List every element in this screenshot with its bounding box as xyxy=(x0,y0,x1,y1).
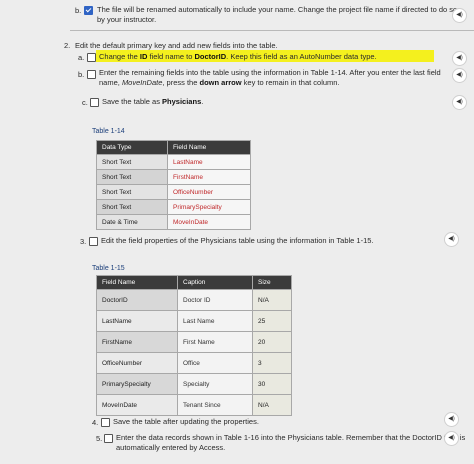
step-4-number: 4. xyxy=(92,418,99,427)
step-3-number: 3. xyxy=(80,237,87,246)
step-3-checkbox[interactable] xyxy=(89,237,98,246)
speaker-icon[interactable]: ◀) xyxy=(444,431,459,446)
step-b-checkbox[interactable] xyxy=(84,6,93,15)
table-cell: Office xyxy=(177,352,253,374)
step-2b-number: b. xyxy=(78,70,85,79)
speaker-icon[interactable]: ◀) xyxy=(452,68,467,83)
table-row: FirstName First Name 20 xyxy=(96,331,292,353)
divider xyxy=(70,30,474,31)
step-2-text: Edit the default primary key and add new… xyxy=(75,41,278,50)
table-cell: Date & Time xyxy=(96,214,168,230)
step-b-text-line1: The file will be renamed automatically t… xyxy=(97,5,458,14)
speaker-icon[interactable]: ◀) xyxy=(452,51,467,66)
step-2a-checkbox[interactable] xyxy=(87,53,96,62)
table-cell: Doctor ID xyxy=(177,289,253,311)
speaker-icon[interactable]: ◀) xyxy=(444,412,459,427)
step-2a-text: Change the ID field name to DoctorID. Ke… xyxy=(99,52,377,61)
table-cell: PrimarySpecialty xyxy=(96,373,178,395)
table-cell: PrimarySpecialty xyxy=(167,199,251,215)
table-cell: 20 xyxy=(252,331,292,353)
table-cell: 3 xyxy=(252,352,292,374)
table-1-14-caption: Table 1-14 xyxy=(92,128,125,135)
table-cell: Short Text xyxy=(96,199,168,215)
step-2a-number: a. xyxy=(78,53,85,62)
step-2c-text: Save the table as Physicians. xyxy=(102,97,204,106)
table-row: PrimarySpecialty Specialty 30 xyxy=(96,373,292,395)
step-5-number: 5. xyxy=(96,434,103,443)
table-cell: Specialty xyxy=(177,373,253,395)
table-cell: Last Name xyxy=(177,310,253,332)
step-4-checkbox[interactable] xyxy=(101,418,110,427)
step-2c-checkbox[interactable] xyxy=(90,98,99,107)
table-header: Field Name xyxy=(96,275,178,290)
table-1-15-caption: Table 1-15 xyxy=(92,265,125,272)
table-cell: OfficeNumber xyxy=(167,184,251,200)
table-row: Short Text FirstName xyxy=(96,169,251,185)
table-row: Date & Time MoveInDate xyxy=(96,214,251,230)
step-4-text: Save the table after updating the proper… xyxy=(113,417,259,426)
table-header: Field Name xyxy=(167,140,251,155)
table-row: MoveInDate Tenant Since N/A xyxy=(96,394,292,416)
step-2b-text-line1: Enter the remaining fields into the tabl… xyxy=(99,68,441,77)
table-cell: N/A xyxy=(252,394,292,416)
table-cell: 25 xyxy=(252,310,292,332)
table-header: Caption xyxy=(177,275,253,290)
speaker-icon[interactable]: ◀) xyxy=(452,8,467,23)
step-b-text-line2: by your instructor. xyxy=(97,15,157,24)
table-header: Size xyxy=(252,275,292,290)
table-row: OfficeNumber Office 3 xyxy=(96,352,292,374)
table-1-14: Data Type Field Name Short Text LastName… xyxy=(96,140,251,230)
table-cell: Tenant Since xyxy=(177,394,253,416)
table-cell: 30 xyxy=(252,373,292,395)
table-cell: LastName xyxy=(96,310,178,332)
table-row: Short Text LastName xyxy=(96,154,251,170)
table-row: Short Text PrimarySpecialty xyxy=(96,199,251,215)
table-cell: MoveInDate xyxy=(96,394,178,416)
table-row: DoctorID Doctor ID N/A xyxy=(96,289,292,311)
speaker-icon[interactable]: ◀) xyxy=(452,95,467,110)
table-row: LastName Last Name 25 xyxy=(96,310,292,332)
table-cell: FirstName xyxy=(96,331,178,353)
step-5-text-line1: Enter the data records shown in Table 1-… xyxy=(116,433,466,442)
step-2-number: 2. xyxy=(64,41,71,50)
step-2b-text-line2: name, MoveInDate, press the down arrow k… xyxy=(99,78,340,87)
table-cell: Short Text xyxy=(96,169,168,185)
speaker-icon[interactable]: ◀) xyxy=(444,232,459,247)
table-cell: Short Text xyxy=(96,184,168,200)
step-5-text-line2: automatically entered by Access. xyxy=(116,443,226,452)
table-header: Data Type xyxy=(96,140,168,155)
table-cell: MoveInDate xyxy=(167,214,251,230)
table-1-15: Field Name Caption Size DoctorID Doctor … xyxy=(96,275,292,416)
step-5-checkbox[interactable] xyxy=(104,434,113,443)
table-cell: OfficeNumber xyxy=(96,352,178,374)
table-cell: DoctorID xyxy=(96,289,178,311)
step-2c-number: c. xyxy=(82,98,88,107)
step-2b-checkbox[interactable] xyxy=(87,70,96,79)
table-cell: Short Text xyxy=(96,154,168,170)
step-3-text: Edit the field properties of the Physici… xyxy=(101,236,374,245)
table-row: Short Text OfficeNumber xyxy=(96,184,251,200)
table-cell: First Name xyxy=(177,331,253,353)
step-b-number: b. xyxy=(75,6,82,15)
table-cell: N/A xyxy=(252,289,292,311)
table-cell: LastName xyxy=(167,154,251,170)
table-cell: FirstName xyxy=(167,169,251,185)
